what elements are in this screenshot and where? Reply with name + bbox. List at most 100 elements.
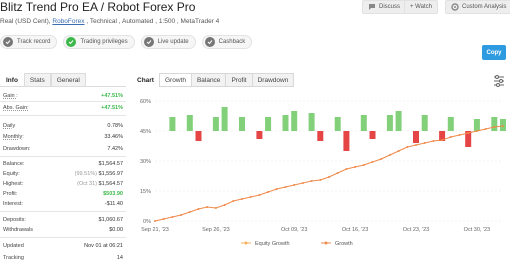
trading-privileges-label: Trading privileges xyxy=(80,39,128,45)
live-update-badge[interactable]: Live update xyxy=(140,35,196,49)
gain-value: +47.51% xyxy=(101,93,123,99)
tab-balance[interactable]: Balance xyxy=(190,73,227,87)
tab-info[interactable]: Info xyxy=(0,73,24,86)
badge-bar: Track record Trading privileges Live upd… xyxy=(0,35,253,49)
growth-point xyxy=(180,214,183,216)
x-tick-label: Oct 30, '23 xyxy=(464,227,490,233)
stats-panel: Info Stats General Gain : +47.51% Abs. Ga… xyxy=(0,73,126,265)
tab-stats[interactable]: Stats xyxy=(23,73,51,86)
divider xyxy=(0,115,126,116)
tab-chart[interactable]: Chart xyxy=(131,73,160,87)
growth-point xyxy=(232,200,235,202)
growth-point xyxy=(319,179,322,181)
copy-button[interactable]: Copy xyxy=(482,45,506,60)
custom-analysis-label: Custom Analysis xyxy=(462,4,507,10)
growth-point xyxy=(354,166,357,168)
tab-profit[interactable]: Profit xyxy=(225,73,253,87)
divider xyxy=(0,211,126,212)
drawdown-value: 7.42% xyxy=(107,146,123,152)
daily-row: Daily 0.78% xyxy=(3,123,123,129)
growth-point xyxy=(467,132,470,134)
divider xyxy=(0,237,126,238)
positive-bar xyxy=(395,111,402,131)
highest-row: Highest: (Oct 31) $1,564.57 xyxy=(3,181,123,187)
legend-growth-marker xyxy=(324,241,328,245)
balance-row: Balance: $1,564.57 xyxy=(3,161,123,167)
trading-privileges-badge[interactable]: Trading privileges xyxy=(63,35,135,49)
watch-button[interactable]: + Watch xyxy=(404,0,438,14)
custom-analysis-button[interactable]: Custom Analysis xyxy=(445,0,510,14)
check-icon xyxy=(3,37,13,47)
balance-label: Balance: xyxy=(3,161,25,167)
growth-point xyxy=(449,136,452,138)
cashback-label: Cashback xyxy=(218,39,246,45)
subtitle-suffix: , Technical , Automated , 1:500 , MetaTr… xyxy=(84,18,220,25)
growth-point xyxy=(206,206,209,208)
positive-bar xyxy=(473,119,480,131)
tab-growth[interactable]: Growth xyxy=(158,73,192,87)
gear-icon xyxy=(451,3,459,11)
withdrawals-row: Withdrawals $0.00 xyxy=(3,227,123,233)
check-icon xyxy=(66,37,77,47)
monthly-value: 33.46% xyxy=(104,134,123,140)
abs-gain-row: Abs. Gain: +47.51% xyxy=(3,105,123,111)
equity-value: $1,556.97 xyxy=(98,171,123,177)
positive-bar xyxy=(282,115,289,131)
positive-bar xyxy=(447,117,454,131)
equity-row: Equity: (99.51%) $1,556.97 xyxy=(3,171,123,177)
growth-point xyxy=(171,216,174,218)
account-subtitle: Real (USD Cent), RoboForex , Technical ,… xyxy=(0,18,219,25)
growth-point xyxy=(502,125,504,127)
growth-point xyxy=(223,204,226,206)
growth-point xyxy=(301,182,304,184)
highest-date: (Oct 31) xyxy=(77,181,97,187)
drawdown-label: Drawdown: xyxy=(3,146,31,152)
tracking-label: Tracking xyxy=(3,255,24,261)
deposits-label: Deposits: xyxy=(3,217,26,223)
growth-point xyxy=(458,134,461,136)
growth-point xyxy=(162,218,165,220)
monthly-row: Monthly: 33.46% xyxy=(3,134,123,140)
deposits-row: Deposits: $1,060.67 xyxy=(3,217,123,223)
broker-link[interactable]: RoboForex xyxy=(52,18,84,25)
growth-point xyxy=(328,176,330,178)
y-tick-label: 0% xyxy=(143,219,151,225)
y-tick-label: 15% xyxy=(140,189,151,195)
tab-drawdown[interactable]: Drawdown xyxy=(251,73,295,87)
positive-bar xyxy=(265,117,272,131)
growth-chart: 0% 15% 30% 45% 60% Sep 21, '23 Sep 26, '23 Oct … xyxy=(140,99,506,247)
withdrawals-label: Withdrawals xyxy=(3,227,33,233)
chart-settings-icon[interactable] xyxy=(492,73,506,87)
positive-bar xyxy=(291,111,298,131)
interest-row: Interest: -$11.40 xyxy=(3,201,123,207)
monthly-label: Monthly: xyxy=(3,134,24,140)
negative-bar xyxy=(413,131,419,143)
highest-value: $1,564.57 xyxy=(98,181,123,187)
growth-point xyxy=(258,194,261,196)
highest-label: Highest: xyxy=(3,181,24,187)
tab-general[interactable]: General xyxy=(50,73,86,86)
track-record-badge[interactable]: Track record xyxy=(0,35,58,49)
updated-row: Updated Nov 01 at 06:21 xyxy=(3,243,123,249)
growth-point xyxy=(362,164,365,166)
growth-point xyxy=(275,188,278,190)
legend-equity-label: Equity Growth xyxy=(255,241,290,247)
subtitle-prefix: Real (USD Cent), xyxy=(0,18,53,25)
growth-point xyxy=(336,172,339,174)
discuss-button[interactable]: Discuss xyxy=(362,0,407,14)
growth-point xyxy=(423,142,426,144)
growth-point xyxy=(415,144,417,146)
chat-icon xyxy=(368,3,376,11)
cashback-badge[interactable]: Cashback xyxy=(201,35,253,49)
growth-point xyxy=(432,140,435,142)
gain-label: Gain : xyxy=(3,93,18,99)
tracking-row: Tracking 14 xyxy=(3,255,123,261)
legend-growth-label: Growth xyxy=(335,241,353,247)
chart-panel: Chart Growth Balance Profit Drawdown 0% 1… xyxy=(131,73,510,265)
interest-label: Interest: xyxy=(3,201,23,207)
updated-label: Updated xyxy=(3,243,24,249)
growth-point xyxy=(406,146,409,148)
negative-bar xyxy=(256,131,263,139)
watch-label: + Watch xyxy=(410,4,432,10)
gain-row: Gain : +47.51% xyxy=(3,93,123,99)
